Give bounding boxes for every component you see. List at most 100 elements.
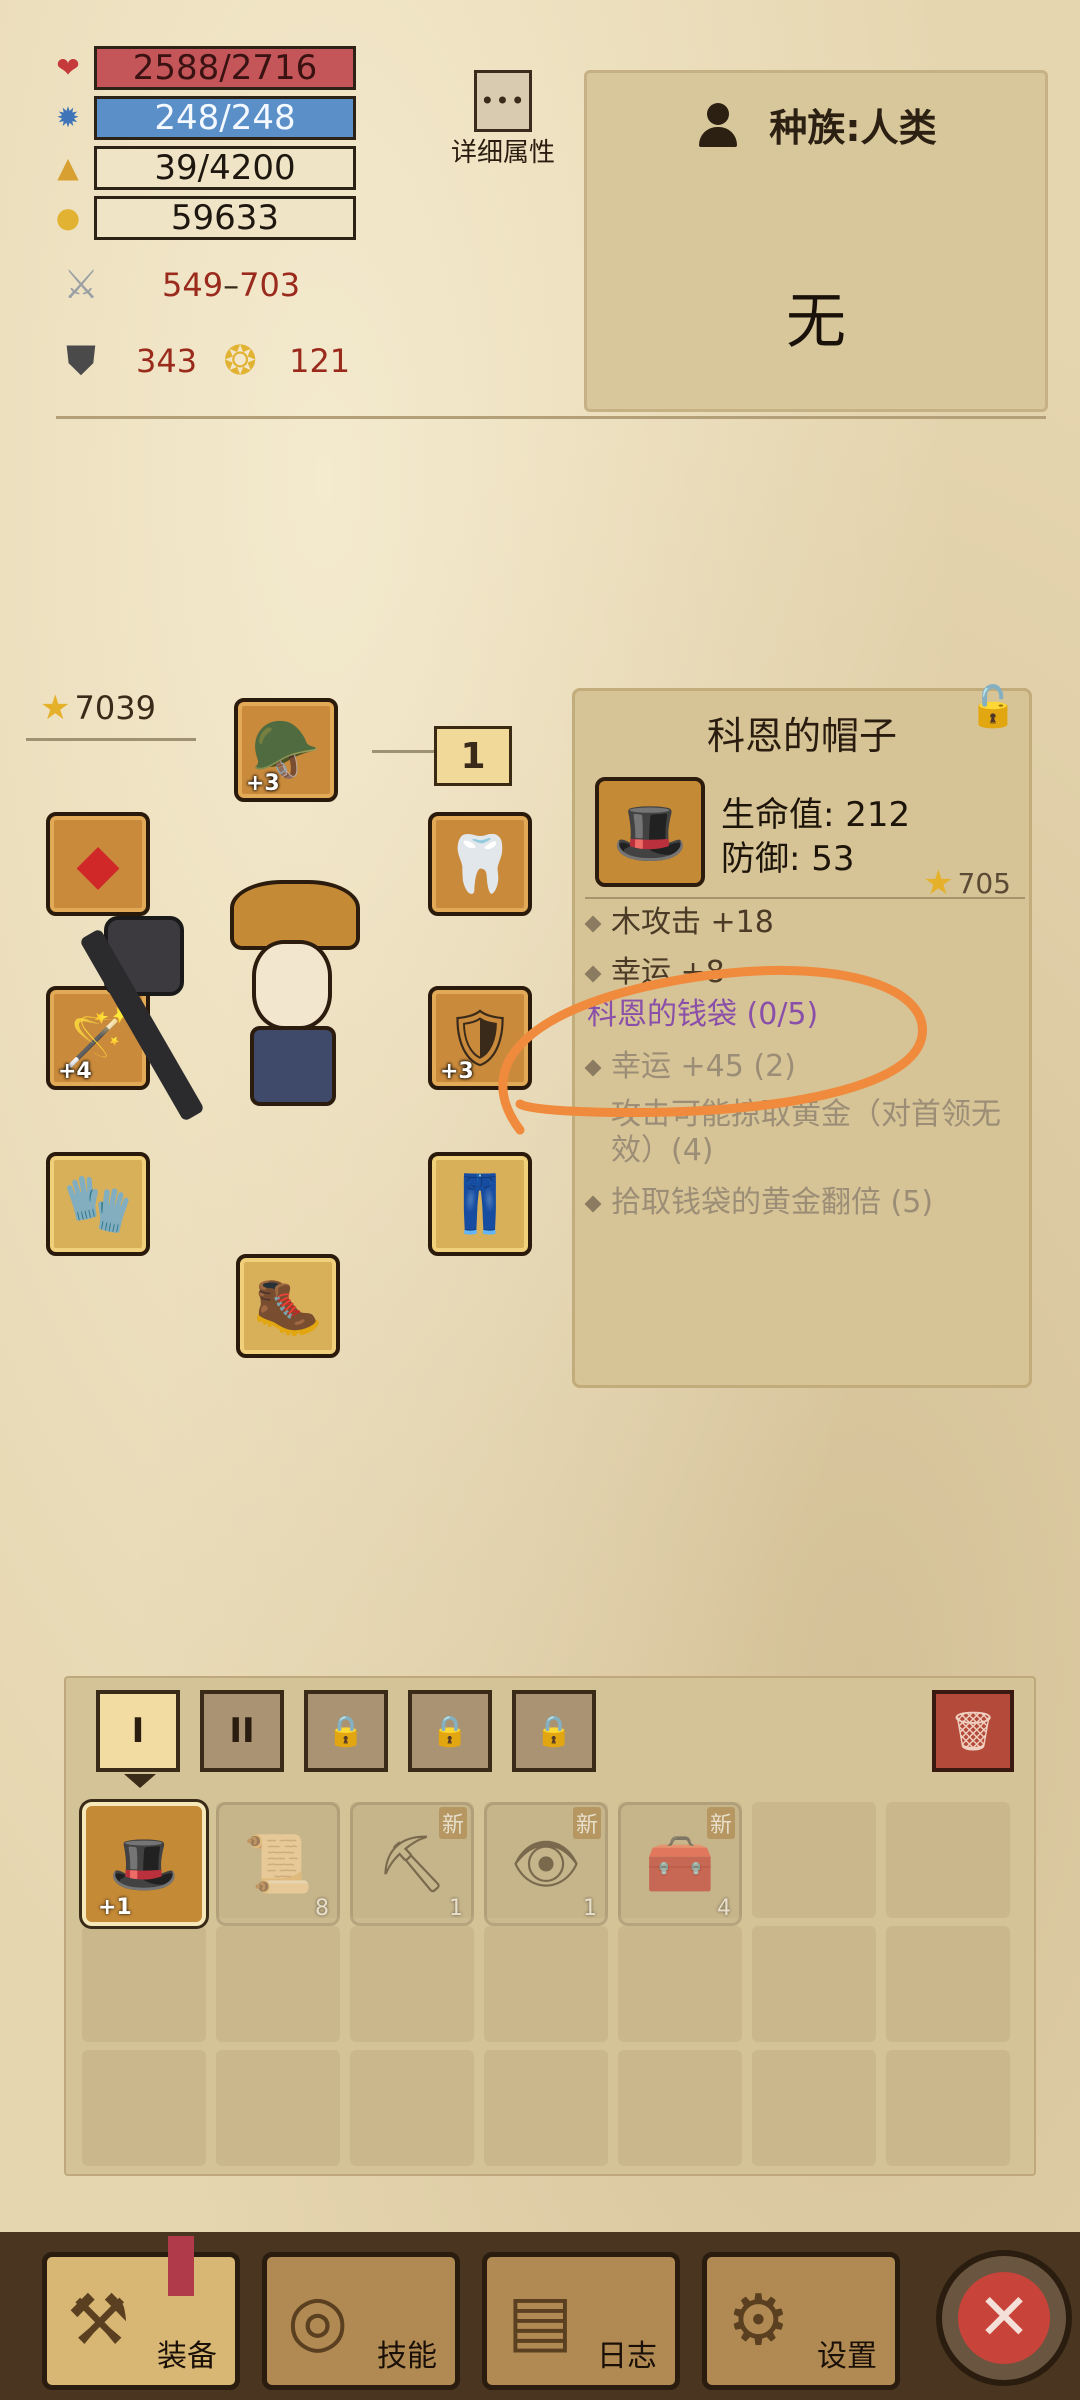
item-count: 4 — [717, 1896, 731, 1921]
attack-min: 549 — [162, 266, 224, 304]
connector-line — [372, 750, 434, 753]
pants-slot[interactable]: 👖 — [428, 1152, 532, 1256]
details-label: 详细属性 — [450, 138, 555, 168]
item-icon-hat: 🎩 — [595, 777, 705, 887]
close-icon: ✕ — [958, 2272, 1050, 2364]
pants-icon: 👖 — [445, 1172, 515, 1237]
axe-icon: ⚒ — [67, 2279, 130, 2361]
inventory-item-eye-scroll[interactable]: 👁 1 新 — [484, 1802, 608, 1926]
bullet — [584, 1195, 602, 1212]
nav-log-label: 日志 — [597, 2339, 657, 2374]
amulet-slot[interactable]: 🦷 — [428, 812, 532, 916]
luck-value: 121 — [289, 342, 351, 380]
ruby-ring-icon: ◆ — [76, 831, 120, 897]
inventory-slot[interactable] — [886, 1802, 1010, 1918]
inventory-slot[interactable] — [484, 1926, 608, 2042]
nav-equip-button[interactable]: ⚒ 装备 — [42, 2252, 240, 2390]
item-name: 科恩的帽子 — [706, 714, 897, 758]
inventory-slot[interactable] — [82, 1926, 206, 2042]
race-header: 种族:人类 — [587, 81, 1045, 167]
inventory-slot[interactable] — [752, 1802, 876, 1918]
inventory-item-scroll[interactable]: 📜 8 — [216, 1802, 340, 1926]
hp-row: ❤ 2588/2716 — [50, 46, 360, 90]
item-count: 8 — [315, 1896, 329, 1921]
hero-face — [252, 940, 332, 1030]
nav-skills-button[interactable]: ◎ 技能 — [262, 2252, 460, 2390]
star-icon: ★ — [40, 688, 71, 728]
inventory-slot[interactable] — [216, 2050, 340, 2166]
helmet-slot[interactable]: 🪖 +3 — [234, 698, 338, 802]
coin-pile-icon: ● — [55, 201, 81, 234]
hp-value: 2588/2716 — [94, 46, 356, 90]
cog-icon: ⚙ — [727, 2279, 790, 2361]
claw-amulet-icon: 🦷 — [445, 832, 515, 897]
trash-icon: 🗑 — [948, 1708, 998, 1753]
inventory-slot[interactable] — [886, 2050, 1010, 2166]
nav-settings-label: 设置 — [817, 2339, 877, 2374]
inventory-slot[interactable] — [216, 1926, 340, 2042]
nav-settings-button[interactable]: ⚙ 设置 — [702, 2252, 900, 2390]
trash-button[interactable]: 🗑 — [932, 1690, 1014, 1772]
unlock-icon[interactable]: 🔓 — [963, 677, 1023, 737]
inventory-item-pickaxe[interactable]: ⛏ 1 新 — [350, 1802, 474, 1926]
orange-circle-annotation — [498, 965, 927, 1135]
section-divider — [56, 416, 1046, 419]
inventory-slot[interactable] — [752, 1926, 876, 2042]
bracer-slot[interactable]: 🧤 — [46, 1152, 150, 1256]
defense-row: ⛊ 343 ❂ 121 — [54, 334, 350, 388]
inventory-slot[interactable] — [618, 1926, 742, 2042]
gear-icon: ✹ — [56, 101, 80, 134]
race-value: 无 — [786, 287, 846, 357]
gold-value: 59633 — [94, 196, 356, 240]
inventory-slot[interactable] — [350, 1926, 474, 2042]
gear-power-value: 7039 — [74, 689, 156, 727]
item-hp: 生命值: 212 — [721, 795, 911, 835]
attack-row: ⚔ 549 – 703 — [54, 258, 300, 312]
item-count: 1 — [449, 1896, 463, 1921]
nav-log-button[interactable]: ▤ 日志 — [482, 2252, 680, 2390]
inventory-tab-locked[interactable]: 🔒 — [512, 1690, 596, 1772]
set-bonus-line: 拾取钱袋的黄金翻倍 (5) — [584, 1185, 1027, 1221]
exp-value: 39/4200 — [94, 146, 356, 190]
attack-max: 703 — [239, 266, 301, 304]
bracer-icon: 🧤 — [63, 1172, 133, 1237]
boots-slot[interactable]: 🥾 — [236, 1254, 340, 1358]
details-button[interactable]: ••• 详细属性 — [448, 70, 558, 169]
inventory-slot[interactable] — [618, 2050, 742, 2166]
inventory-tab-locked[interactable]: 🔒 — [408, 1690, 492, 1772]
slot-badge: +3 — [246, 771, 280, 796]
gear-power: ★ 7039 — [40, 688, 156, 728]
item-defense: 防御: 53 — [721, 839, 855, 879]
slot-badge: +4 — [58, 1059, 92, 1084]
inventory-tab-1[interactable]: I — [96, 1690, 180, 1772]
attack-separator: – — [223, 266, 240, 304]
inventory-tab-2[interactable]: II — [200, 1690, 284, 1772]
nav-skills-label: 技能 — [377, 2339, 437, 2374]
item-power-value: 705 — [957, 866, 1011, 900]
item-count: 1 — [583, 1896, 597, 1921]
set-bonus-text: 拾取钱袋的黄金翻倍 (5) — [611, 1185, 934, 1220]
inventory-slot[interactable] — [752, 2050, 876, 2166]
more-icon: ••• — [474, 70, 532, 132]
bullet — [584, 915, 602, 932]
inventory-slot[interactable] — [350, 2050, 474, 2166]
inventory-slot[interactable] — [82, 2050, 206, 2166]
inventory-slot[interactable] — [886, 1926, 1010, 2042]
boots-icon: 🥾 — [253, 1274, 323, 1339]
skill-icon: ◎ — [287, 2279, 349, 2361]
inventory-item-hat[interactable]: 🎩 +1 — [82, 1802, 206, 1926]
inventory-slot[interactable] — [484, 2050, 608, 2166]
mp-row: ✹ 248/248 — [50, 96, 360, 140]
pickaxe-icon: ⛏ — [376, 1832, 448, 1897]
close-button[interactable]: ✕ — [936, 2250, 1072, 2386]
inventory-item-chest[interactable]: 🧰 4 新 — [618, 1802, 742, 1926]
attribute-line: 木攻击 +18 — [584, 905, 1027, 941]
mp-value: 248/248 — [94, 96, 356, 140]
inventory-tab-locked[interactable]: 🔒 — [304, 1690, 388, 1772]
level-indicator: 1 — [434, 726, 512, 786]
ring-slot[interactable]: ◆ — [46, 812, 150, 916]
item-plus: +1 — [98, 1895, 132, 1920]
race-panel: 种族:人类 无 — [584, 70, 1048, 412]
new-tag: 新 — [438, 1807, 467, 1839]
gold-row: ● 59633 — [50, 196, 360, 240]
